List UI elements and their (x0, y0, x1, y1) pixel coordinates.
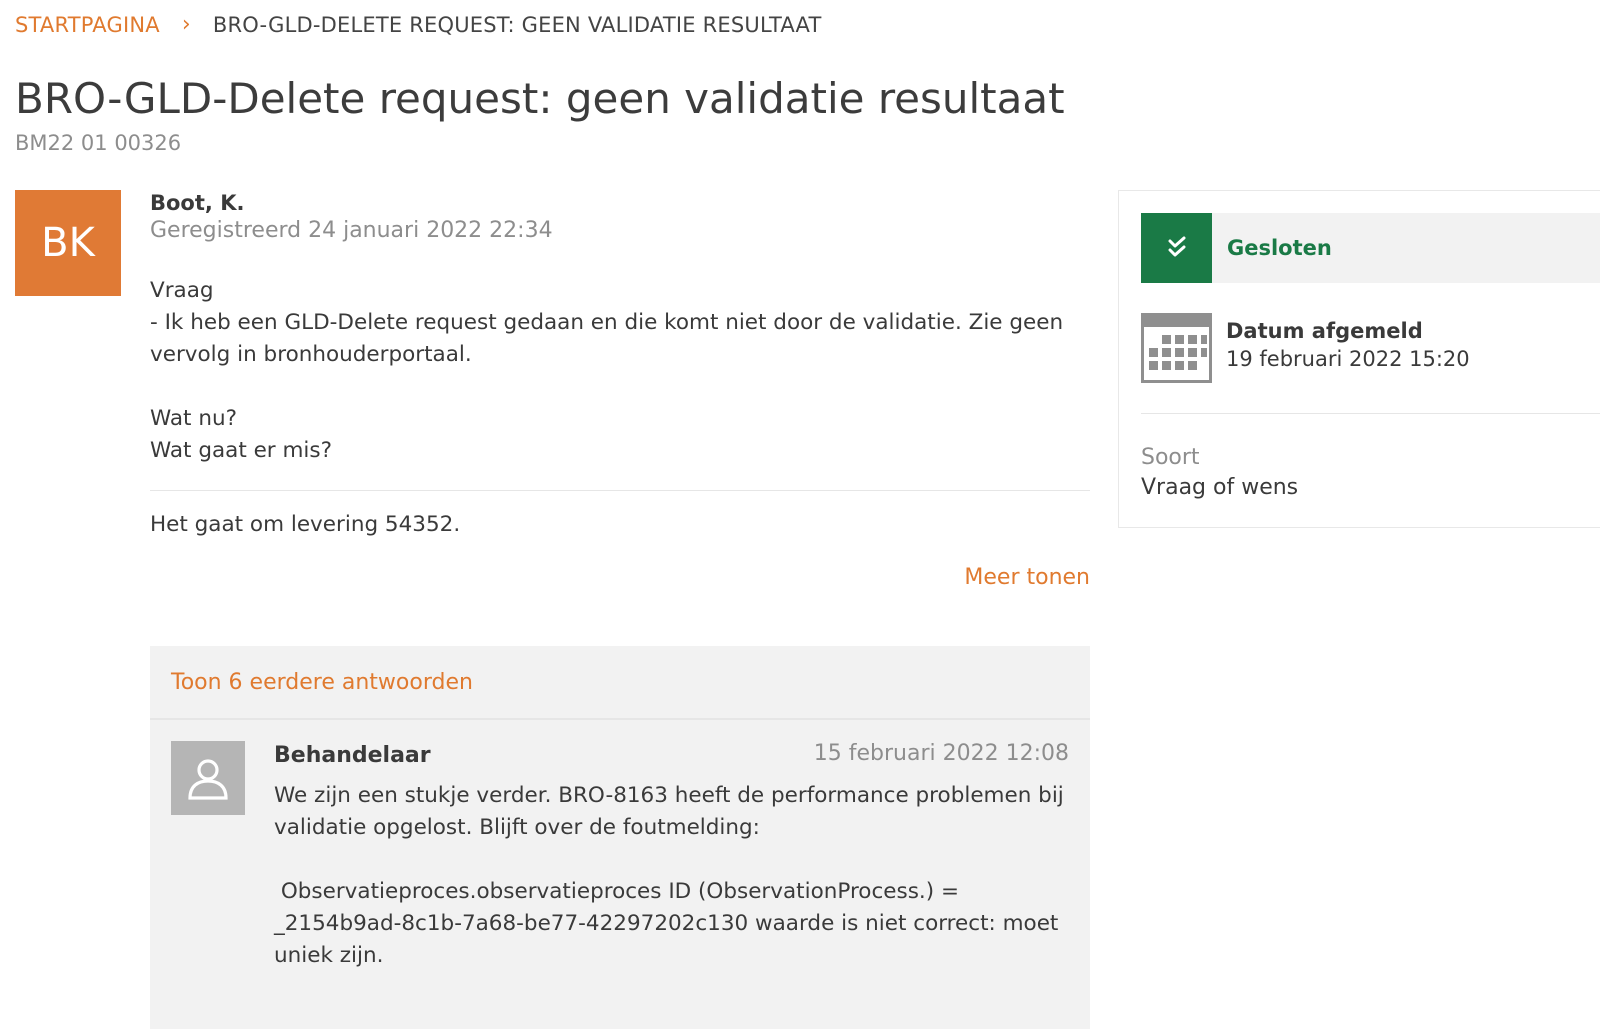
breadcrumb: STARTPAGINA › BRO-GLD-DELETE REQUEST: GE… (15, 12, 822, 37)
divider (150, 490, 1090, 491)
question-line (150, 371, 1090, 403)
status-label: Gesloten (1227, 236, 1332, 260)
question-line: Vraag (150, 278, 214, 303)
answer-timestamp: 15 februari 2022 12:08 (813, 741, 1069, 766)
ticket-details-panel: Gesloten Datum afgemeld 19 februari 2022… (1118, 190, 1600, 528)
show-more-link[interactable]: Meer tonen (964, 565, 1090, 590)
chevron-right-icon: › (181, 12, 191, 37)
answer-line: We zijn een stukje verder. BRO-8163 heef… (274, 783, 1064, 840)
status-badge: Gesloten (1141, 213, 1600, 283)
answer-author: Behandelaar (274, 743, 431, 768)
user-avatar-icon (171, 741, 245, 815)
answer-line: Observatieproces.observatieproces ID (Ob… (274, 879, 1066, 968)
breadcrumb-current: BRO-GLD-DELETE REQUEST: GEEN VALIDATIE R… (212, 12, 822, 37)
ticket-number: BM22 01 00326 (15, 131, 182, 155)
registered-timestamp: Geregistreerd 24 januari 2022 22:34 (150, 218, 553, 243)
question-line: Wat nu? (150, 406, 237, 431)
page-title: BRO-GLD-Delete request: geen validatie r… (15, 74, 1065, 123)
closed-date-value: 19 februari 2022 15:20 (1226, 347, 1470, 371)
double-check-icon (1141, 213, 1212, 283)
question-line: Wat gaat er mis? (150, 438, 333, 463)
type-value: Vraag of wens (1141, 475, 1299, 500)
answer-body: We zijn een stukje verder. BRO-8163 heef… (274, 780, 1074, 972)
answer-line (274, 844, 1074, 876)
type-label: Soort (1141, 445, 1200, 470)
question-line: - Ik heb een GLD-Delete request gedaan e… (150, 310, 1064, 367)
delivery-reference: Het gaat om levering 54352. (150, 512, 461, 537)
closed-date-label: Datum afgemeld (1226, 319, 1423, 343)
question-author: Boot, K. (150, 191, 245, 215)
show-earlier-answers-link[interactable]: Toon 6 eerdere antwoorden (150, 646, 1090, 720)
avatar: BK (15, 190, 121, 296)
calendar-icon (1141, 313, 1212, 383)
breadcrumb-home-link[interactable]: STARTPAGINA (15, 13, 160, 37)
question-body: Vraag - Ik heb een GLD-Delete request ge… (150, 275, 1090, 467)
divider (1141, 413, 1600, 414)
answers-panel: Toon 6 eerdere antwoorden Behandelaar 15… (150, 646, 1090, 1029)
